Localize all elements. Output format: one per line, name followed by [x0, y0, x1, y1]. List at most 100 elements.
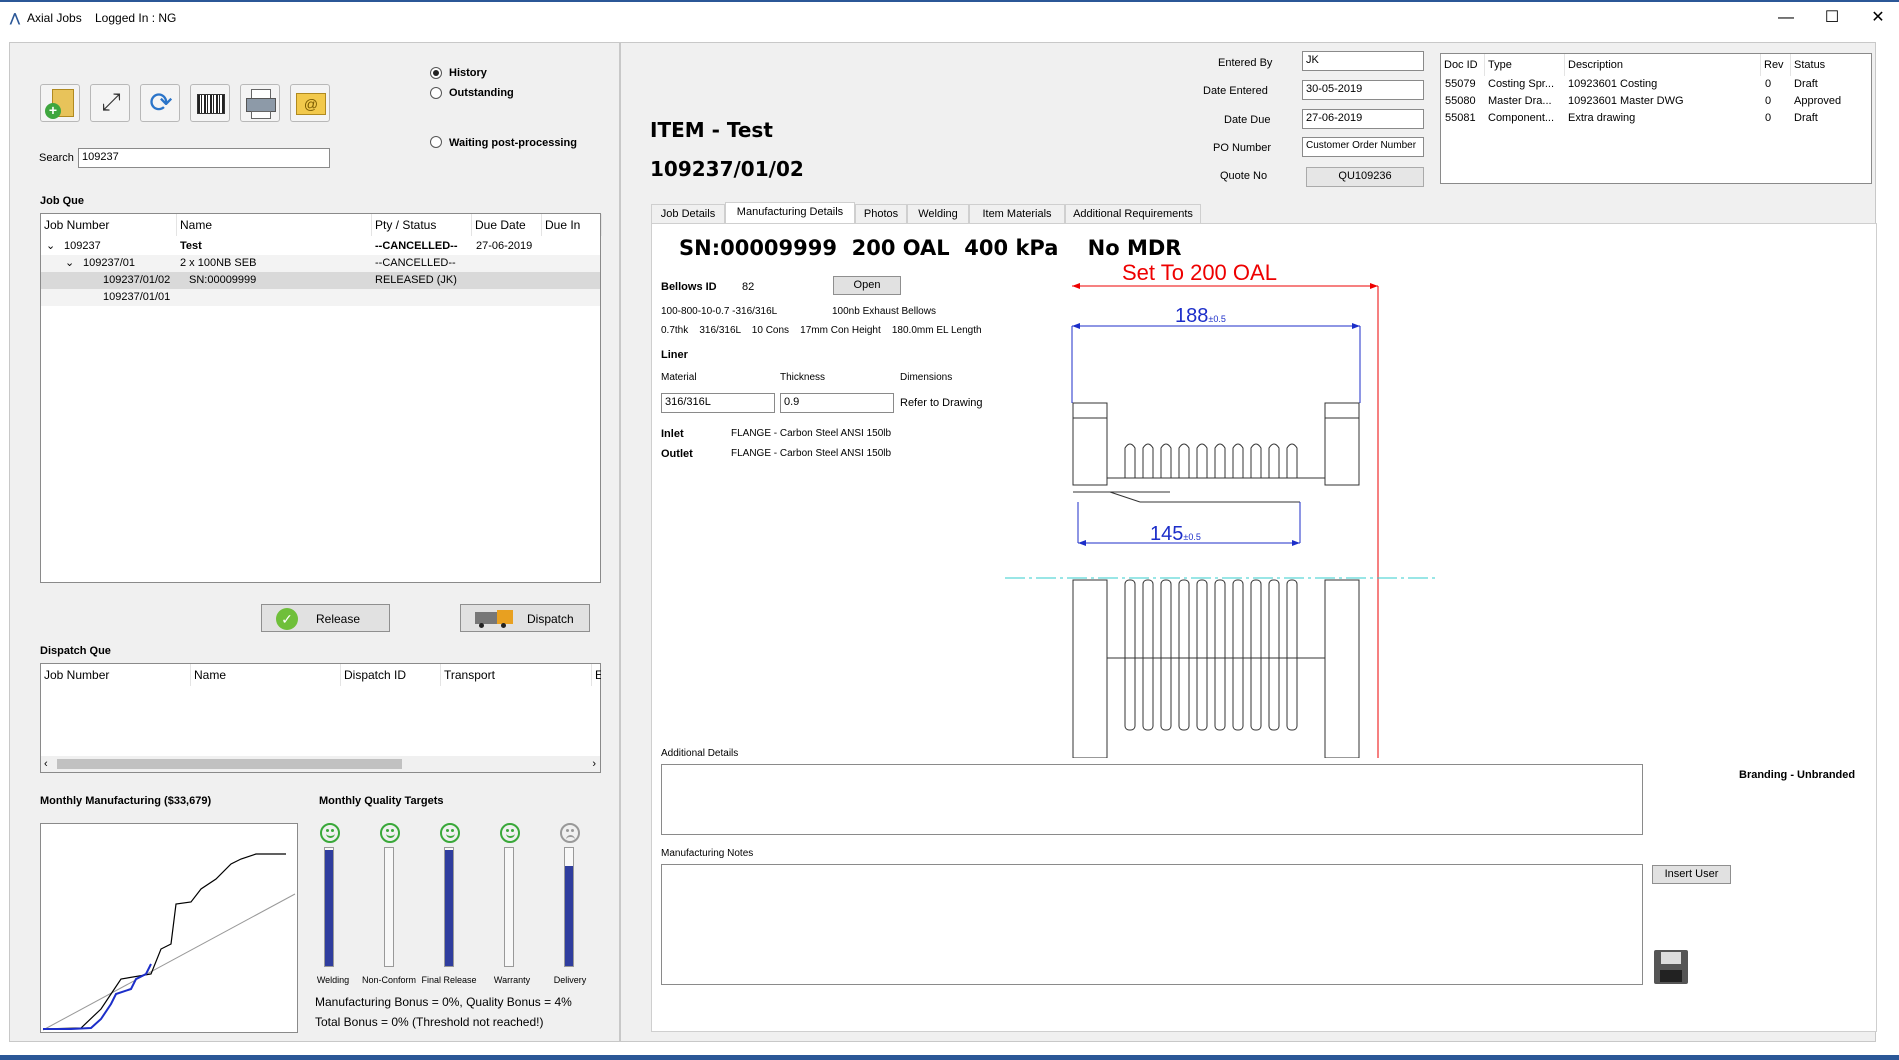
close-icon[interactable]: ✕ [1855, 6, 1899, 30]
table-row[interactable]: 109237/01/01 [41, 289, 600, 306]
col-dispatch-id[interactable]: Dispatch ID [341, 664, 441, 686]
row-job: 109237/01/02 [103, 274, 171, 286]
smiley-icon [440, 823, 460, 843]
col-type[interactable]: Type [1485, 54, 1565, 76]
final-release-gauge [444, 847, 454, 967]
item-number: 109237/01/02 [650, 157, 804, 181]
convolution [1160, 443, 1172, 478]
expand-toggle-icon[interactable]: ⌄ [46, 238, 55, 255]
email-icon[interactable]: @ [290, 84, 330, 122]
tab-photos[interactable]: Photos [855, 204, 907, 224]
quote-no-label: Quote No [1220, 170, 1268, 182]
doc-description: 10923601 Master DWG [1568, 95, 1684, 107]
col-name[interactable]: Name [191, 664, 341, 686]
open-button[interactable]: Open [833, 276, 901, 295]
additional-details-textarea[interactable] [661, 764, 1643, 835]
documents-list[interactable]: Doc ID Type Description Rev Status 55079… [1440, 53, 1872, 184]
doc-status: Draft [1794, 112, 1818, 124]
row-job: 109237/01 [83, 257, 135, 269]
search-input[interactable]: 109237 [78, 148, 330, 168]
row-due: 27-06-2019 [476, 240, 533, 252]
tab-manufacturing-details[interactable]: Manufacturing Details [725, 202, 855, 224]
col-name[interactable]: Name [177, 214, 372, 236]
job-que-list[interactable]: Job Number Name Pty / Status Due Date Du… [40, 213, 602, 583]
expand-icon[interactable]: ⤢ [90, 84, 130, 122]
row-name: Test [180, 240, 202, 252]
table-row[interactable]: 55080 Master Dra... 10923601 Master DWG … [1441, 93, 1871, 110]
date-due-input[interactable]: 27-06-2019 [1302, 109, 1424, 129]
col-status[interactable]: Status [1791, 54, 1872, 76]
welding-gauge [324, 847, 334, 967]
add-job-icon[interactable]: + [40, 84, 80, 122]
quote-no-field: QU109236 [1306, 167, 1424, 187]
po-number-input[interactable]: Customer Order Number [1302, 137, 1424, 157]
col-job-number[interactable]: Job Number [41, 214, 177, 236]
arrowhead-icon [1292, 540, 1300, 546]
convolution-side [1142, 579, 1154, 731]
outstanding-label: Outstanding [449, 87, 514, 99]
col-transport[interactable]: Transport [441, 664, 592, 686]
manufacturing-notes-textarea[interactable] [661, 864, 1643, 985]
tab-job-details[interactable]: Job Details [651, 204, 725, 224]
inlet-label: Inlet [661, 428, 684, 440]
printer-icon[interactable] [240, 84, 280, 122]
date-due-label: Date Due [1224, 114, 1271, 126]
col-job-number[interactable]: Job Number [41, 664, 191, 686]
outstanding-radio[interactable] [430, 87, 442, 99]
truck-icon [475, 610, 513, 628]
bonus-line-1: Manufacturing Bonus = 0%, Quality Bonus … [315, 995, 572, 1009]
col-e[interactable]: E [592, 664, 601, 686]
save-icon[interactable] [1652, 948, 1690, 986]
minimize-icon[interactable]: — [1763, 6, 1809, 30]
col-due-date[interactable]: Due Date [472, 214, 542, 236]
maximize-icon[interactable]: ☐ [1809, 6, 1855, 30]
thickness-input[interactable]: 0.9 [780, 393, 894, 413]
col-description[interactable]: Description [1565, 54, 1761, 76]
scrollbar-thumb[interactable] [57, 759, 402, 769]
insert-user-button[interactable]: Insert User [1652, 865, 1731, 884]
col-doc-id[interactable]: Doc ID [1441, 54, 1485, 76]
row-name: 2 x 100NB SEB [180, 257, 257, 269]
convolution [1286, 443, 1298, 478]
col-rev[interactable]: Rev [1761, 54, 1791, 76]
entered-by-input[interactable]: JK [1302, 51, 1424, 71]
dimensions-value: Refer to Drawing [900, 397, 983, 409]
material-label: Material [661, 372, 697, 383]
additional-details-label: Additional Details [661, 748, 739, 759]
table-row[interactable]: 109237/01/02 SN:00009999 RELEASED (JK) [41, 272, 600, 289]
smiley-icon [380, 823, 400, 843]
table-row[interactable]: 55079 Costing Spr... 10923601 Costing 0 … [1441, 76, 1871, 93]
scroll-right-icon[interactable]: › [592, 756, 596, 772]
tab-item-materials[interactable]: Item Materials [969, 204, 1065, 224]
barcode-icon[interactable] [190, 84, 230, 122]
convolution-side [1178, 579, 1190, 731]
tab-welding[interactable]: Welding [907, 204, 969, 224]
table-row[interactable]: ⌄ 109237/01 2 x 100NB SEB --CANCELLED-- [41, 255, 600, 272]
flange-right [1324, 402, 1360, 486]
col-due-in[interactable]: Due In [542, 214, 602, 236]
col-status[interactable]: Pty / Status [372, 214, 472, 236]
released-line [43, 963, 152, 1030]
row-job: 109237/01/01 [103, 291, 171, 303]
waiting-radio[interactable] [430, 136, 442, 148]
date-entered-input[interactable]: 30-05-2019 [1302, 80, 1424, 100]
tab-additional-requirements[interactable]: Additional Requirements [1065, 204, 1201, 224]
title-bar: ⋀ Axial Jobs Logged In : NG — ☐ ✕ [0, 0, 1899, 32]
smiley-icon [500, 823, 520, 843]
table-row[interactable]: ⌄ 109237 Test --CANCELLED-- 27-06-2019 [41, 238, 600, 255]
gauge-label: Final Release [421, 975, 477, 985]
convolutions-top [1124, 443, 1298, 478]
doc-description: 10923601 Costing [1568, 78, 1658, 90]
dispatch-button[interactable]: Dispatch [460, 604, 590, 632]
release-button[interactable]: ✓ Release [261, 604, 390, 632]
material-input[interactable]: 316/316L [661, 393, 775, 413]
refresh-icon[interactable]: ⟳ [140, 84, 180, 122]
dispatch-que-list[interactable]: Job Number Name Dispatch ID Transport E … [40, 663, 601, 773]
history-radio[interactable] [430, 67, 442, 79]
table-row[interactable]: 55081 Component... Extra drawing 0 Draft [1441, 110, 1871, 127]
horizontal-scrollbar[interactable]: ‹ › [41, 756, 600, 772]
expand-toggle-icon[interactable]: ⌄ [65, 255, 74, 272]
doc-type: Costing Spr... [1488, 78, 1555, 90]
scroll-left-icon[interactable]: ‹ [44, 756, 48, 772]
waiting-label: Waiting post-processing [449, 137, 577, 149]
